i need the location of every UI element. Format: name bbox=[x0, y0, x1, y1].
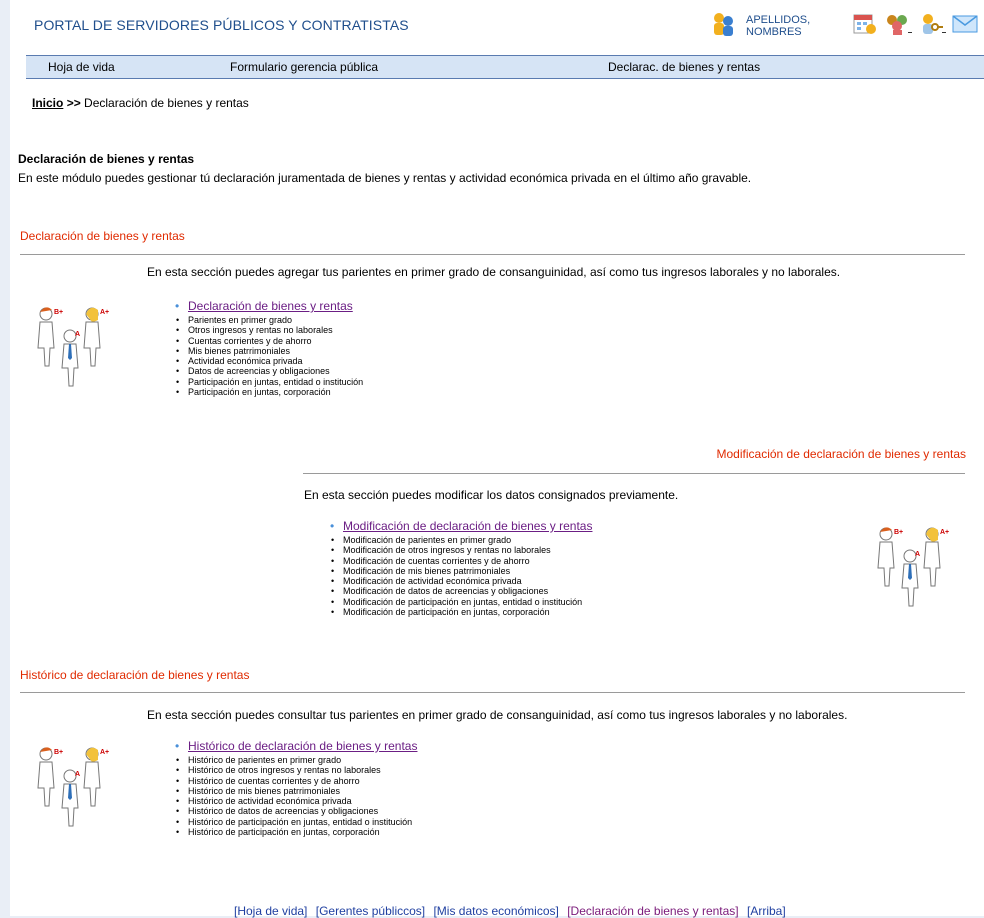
modificacion-link[interactable]: Modificación de cuentas corrientes y de … bbox=[343, 556, 530, 566]
list-item: Modificación de parientes en primer grad… bbox=[329, 535, 592, 546]
historico-link[interactable]: Histórico de cuentas corrientes y de aho… bbox=[188, 776, 360, 786]
list-item: Modificación de otros ingresos y rentas … bbox=[329, 545, 592, 556]
list-item: Mis bienes patrrimoniales bbox=[174, 346, 363, 357]
list-item: Histórico de mis bienes patrrimoniales bbox=[174, 786, 417, 797]
list-item: Datos de acreencias y obligaciones bbox=[174, 366, 363, 377]
historico-link[interactable]: Histórico de otros ingresos y rentas no … bbox=[188, 765, 381, 775]
modificacion-link[interactable]: Modificación de parientes en primer grad… bbox=[343, 535, 511, 545]
list-item: Modificación de mis bienes patrrimoniale… bbox=[329, 566, 592, 577]
list-item: Histórico de otros ingresos y rentas no … bbox=[174, 765, 417, 776]
modificacion-link[interactable]: Modificación de datos de acreencias y ob… bbox=[343, 586, 548, 596]
declaracion-link[interactable]: Datos de acreencias y obligaciones bbox=[188, 366, 330, 376]
user-profile-icon[interactable] bbox=[710, 11, 736, 42]
list-item: Histórico de parientes en primer grado bbox=[174, 755, 417, 766]
historico-link[interactable]: Histórico de parientes en primer grado bbox=[188, 755, 341, 765]
list-item: Modificación de cuentas corrientes y de … bbox=[329, 556, 592, 567]
list-item: Modificación de declaración de bienes y … bbox=[329, 519, 592, 534]
blood-type-a-label: A bbox=[915, 551, 920, 558]
mail-icon[interactable] bbox=[952, 14, 978, 38]
section-divider bbox=[20, 254, 965, 255]
declaracion-link[interactable]: Otros ingresos y rentas no laborales bbox=[188, 325, 333, 335]
modificacion-link[interactable]: Modificación de actividad económica priv… bbox=[343, 576, 522, 586]
list-item: Parientes en primer grado bbox=[174, 315, 363, 326]
section-modificacion-title: Modificación de declaración de bienes y … bbox=[716, 447, 966, 461]
people-illustration: B+ A+ A bbox=[28, 740, 122, 835]
blood-type-a-label: A bbox=[75, 331, 80, 338]
declaracion-link[interactable]: Participación en juntas, corporación bbox=[188, 387, 331, 397]
user-area: APELLIDOS, NOMBRES bbox=[710, 12, 984, 40]
breadcrumb-current: Declaración de bienes y rentas bbox=[84, 96, 249, 110]
modificacion-main-link[interactable]: Modificación de declaración de bienes y … bbox=[343, 519, 592, 533]
page-title: Declaración de bienes y rentas bbox=[18, 152, 195, 166]
section-historico-title: Histórico de declaración de bienes y ren… bbox=[20, 668, 250, 682]
declaracion-link[interactable]: Actividad económica privada bbox=[188, 356, 303, 366]
declaracion-link[interactable]: Mis bienes patrrimoniales bbox=[188, 346, 290, 356]
section-declaracion-title: Declaración de bienes y rentas bbox=[20, 229, 185, 243]
portal-title: PORTAL DE SERVIDORES PÚBLICOS Y CONTRATI… bbox=[34, 17, 409, 33]
modificacion-link[interactable]: Modificación de otros ingresos y rentas … bbox=[343, 545, 551, 555]
list-item: Histórico de participación en juntas, co… bbox=[174, 827, 417, 838]
list-item: Histórico de actividad económica privada bbox=[174, 796, 417, 807]
breadcrumb: Inicio >> Declaración de bienes y rentas bbox=[32, 96, 249, 110]
list-item: Declaración de bienes y rentas bbox=[174, 299, 363, 314]
historico-link[interactable]: Histórico de participación en juntas, en… bbox=[188, 817, 412, 827]
list-item: Histórico de cuentas corrientes y de aho… bbox=[174, 776, 417, 787]
section-historico-description: En esta sección puedes consultar tus par… bbox=[147, 708, 848, 722]
list-item: Modificación de participación en juntas,… bbox=[329, 607, 592, 618]
main-menu: Hoja de vida Formulario gerencia pública… bbox=[26, 55, 984, 79]
historico-link[interactable]: Histórico de participación en juntas, co… bbox=[188, 827, 380, 837]
list-item: Otros ingresos y rentas no laborales bbox=[174, 325, 363, 336]
page: PORTAL DE SERVIDORES PÚBLICOS Y CONTRATI… bbox=[10, 0, 984, 918]
list-item: Participación en juntas, corporación bbox=[174, 387, 363, 398]
people-illustration: B+ A+ A bbox=[28, 300, 122, 395]
blood-type-a-plus-label: A+ bbox=[100, 749, 109, 756]
menu-item-gerencia-publica[interactable]: Formulario gerencia pública bbox=[230, 60, 378, 74]
list-item: Histórico de declaración de bienes y ren… bbox=[174, 739, 417, 754]
blood-type-b-plus-label: B+ bbox=[54, 749, 63, 756]
list-item: Participación en juntas, entidad o insti… bbox=[174, 377, 363, 388]
people-illustration: B+ A+ A bbox=[868, 520, 962, 615]
blood-type-a-plus-label: A+ bbox=[100, 309, 109, 316]
user-name: APELLIDOS, NOMBRES bbox=[746, 14, 811, 38]
historico-links-list: Histórico de declaración de bienes y ren… bbox=[174, 739, 417, 838]
section-divider bbox=[303, 473, 965, 474]
modificacion-link[interactable]: Modificación de participación en juntas,… bbox=[343, 607, 550, 617]
breadcrumb-separator: >> bbox=[66, 96, 81, 110]
calendar-icon[interactable] bbox=[852, 12, 878, 41]
declaracion-link[interactable]: Cuentas corrientes y de ahorro bbox=[188, 336, 312, 346]
section-modificacion-description: En esta sección puedes modificar los dat… bbox=[304, 488, 679, 502]
declaracion-link[interactable]: Participación en juntas, entidad o insti… bbox=[188, 377, 363, 387]
list-item: Actividad económica privada bbox=[174, 356, 363, 367]
declaracion-link[interactable]: Parientes en primer grado bbox=[188, 315, 292, 325]
list-item: Cuentas corrientes y de ahorro bbox=[174, 336, 363, 347]
section-divider bbox=[20, 692, 965, 693]
user-key-icon[interactable] bbox=[918, 12, 946, 41]
historico-link[interactable]: Histórico de mis bienes patrrimoniales bbox=[188, 786, 340, 796]
list-item: Modificación de actividad económica priv… bbox=[329, 576, 592, 587]
group-users-icon[interactable] bbox=[884, 12, 912, 41]
modificacion-links-list: Modificación de declaración de bienes y … bbox=[329, 519, 592, 618]
page-intro-text: En este módulo puedes gestionar tú decla… bbox=[18, 171, 752, 185]
modificacion-link[interactable]: Modificación de mis bienes patrrimoniale… bbox=[343, 566, 510, 576]
section-declaracion-description: En esta sección puedes agregar tus parie… bbox=[147, 265, 841, 279]
blood-type-b-plus-label: B+ bbox=[894, 529, 903, 536]
blood-type-a-label: A bbox=[75, 771, 80, 778]
list-item: Modificación de participación en juntas,… bbox=[329, 597, 592, 608]
historico-link[interactable]: Histórico de actividad económica privada bbox=[188, 796, 352, 806]
list-item: Modificación de datos de acreencias y ob… bbox=[329, 586, 592, 597]
modificacion-link[interactable]: Modificación de participación en juntas,… bbox=[343, 597, 582, 607]
historico-main-link[interactable]: Histórico de declaración de bienes y ren… bbox=[188, 739, 417, 753]
list-item: Histórico de datos de acreencias y oblig… bbox=[174, 806, 417, 817]
list-item: Histórico de participación en juntas, en… bbox=[174, 817, 417, 828]
blood-type-b-plus-label: B+ bbox=[54, 309, 63, 316]
historico-link[interactable]: Histórico de datos de acreencias y oblig… bbox=[188, 806, 378, 816]
menu-item-declaracion[interactable]: Declarac. de bienes y rentas bbox=[608, 60, 760, 74]
breadcrumb-home-link[interactable]: Inicio bbox=[32, 96, 63, 110]
blood-type-a-plus-label: A+ bbox=[940, 529, 949, 536]
header: PORTAL DE SERVIDORES PÚBLICOS Y CONTRATI… bbox=[10, 0, 984, 52]
menu-item-hoja-de-vida[interactable]: Hoja de vida bbox=[48, 60, 115, 74]
declaracion-main-link[interactable]: Declaración de bienes y rentas bbox=[188, 299, 353, 313]
declaracion-links-list: Declaración de bienes y rentas Parientes… bbox=[174, 299, 363, 398]
